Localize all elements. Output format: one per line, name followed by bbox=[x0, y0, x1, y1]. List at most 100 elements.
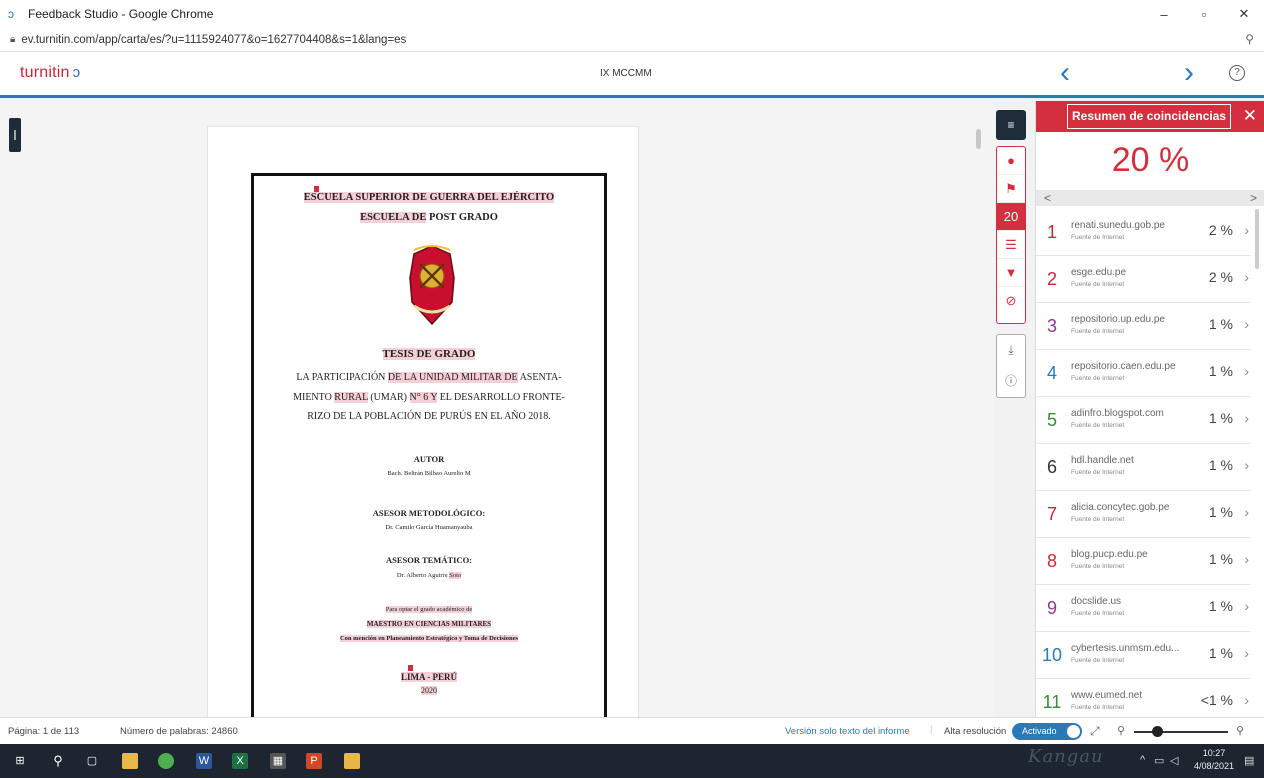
match-source-name[interactable]: adinfro.blogspot.com bbox=[1071, 408, 1181, 419]
close-panel-icon[interactable]: ✕ bbox=[1243, 105, 1257, 127]
chevron-right-icon[interactable]: › bbox=[1244, 316, 1249, 332]
search-icon[interactable]: ⚲ bbox=[1245, 32, 1254, 46]
match-source-item[interactable]: 6 hdl.handle.net Fuente de Internet 1 % › bbox=[1036, 444, 1251, 491]
pager-next-button[interactable]: > bbox=[1250, 190, 1257, 206]
high-res-toggle[interactable]: Activado bbox=[1012, 723, 1082, 740]
turnitin-mark-icon: ↄ bbox=[72, 64, 81, 81]
match-source-name[interactable]: cybertesis.unmsm.edu... bbox=[1071, 643, 1181, 654]
match-source-item[interactable]: 5 adinfro.blogspot.com Fuente de Internet 1… bbox=[1036, 397, 1251, 444]
match-source-name[interactable]: renati.sunedu.gob.pe bbox=[1071, 220, 1181, 231]
match-source-name[interactable]: blog.pucp.edu.pe bbox=[1071, 549, 1181, 560]
chevron-right-icon[interactable]: › bbox=[1244, 598, 1249, 614]
zoom-in-icon[interactable]: ⚲ bbox=[1236, 724, 1244, 737]
task-view-icon[interactable]: ▢ bbox=[84, 753, 100, 769]
file-explorer-icon[interactable] bbox=[122, 753, 138, 769]
match-source-type: Fuente de Internet bbox=[1071, 422, 1125, 429]
match-source-type: Fuente de Internet bbox=[1071, 469, 1125, 476]
match-source-item[interactable]: 7 alicia.concytec.gob.pe Fuente de Interne… bbox=[1036, 491, 1251, 538]
download-icon[interactable]: ⤓ bbox=[997, 335, 1025, 366]
screen: ↄ Feedback Studio - Google Chrome – ▫ ✕ … bbox=[0, 0, 1264, 778]
info-icon[interactable]: ⓘ bbox=[997, 366, 1025, 397]
powerpoint-icon[interactable]: P bbox=[306, 753, 322, 769]
match-source-item[interactable]: 10 cybertesis.unmsm.edu... Fuente de Inter… bbox=[1036, 632, 1251, 679]
match-number: 5 bbox=[1046, 410, 1057, 430]
taskbar-clock[interactable]: 10:27 4/08/2021 bbox=[1191, 747, 1237, 773]
thesis-text: TESIS DE GRADO bbox=[382, 348, 476, 360]
layers-button[interactable]: ≡ bbox=[996, 110, 1026, 140]
chevron-right-icon[interactable]: › bbox=[1244, 645, 1249, 661]
match-number: 10 bbox=[1041, 645, 1063, 665]
chevron-right-icon[interactable]: › bbox=[1244, 410, 1249, 426]
app-icon[interactable] bbox=[344, 753, 360, 769]
chevron-right-icon[interactable]: › bbox=[1244, 504, 1249, 520]
purpose-text: Para optar el grado académico de bbox=[385, 606, 473, 613]
match-source-type: Fuente de Internet bbox=[1071, 657, 1125, 664]
notification-icon[interactable]: ▤ bbox=[1244, 754, 1254, 767]
volume-icon[interactable]: ◁ bbox=[1170, 754, 1178, 767]
excel-icon[interactable]: X bbox=[232, 753, 248, 769]
help-icon[interactable]: ? bbox=[1229, 65, 1245, 81]
zoom-slider-knob[interactable] bbox=[1152, 726, 1163, 737]
previous-paper-button[interactable]: ‹ bbox=[1060, 58, 1070, 88]
url-text[interactable]: ev.turnitin.com/app/carta/es/?u=11159240… bbox=[21, 34, 406, 46]
word-icon[interactable]: W bbox=[196, 753, 212, 769]
match-source-item[interactable]: 2 esge.edu.pe Fuente de Internet 2 % › bbox=[1036, 256, 1251, 303]
minimize-button[interactable]: – bbox=[1144, 0, 1184, 28]
calculator-icon[interactable]: ▦ bbox=[270, 753, 286, 769]
next-paper-button[interactable]: › bbox=[1184, 58, 1194, 88]
address-bar[interactable]: 🔒︎ ev.turnitin.com/app/carta/es/?u=11159… bbox=[0, 28, 1264, 52]
close-window-button[interactable]: ✕ bbox=[1224, 0, 1264, 28]
title-l1-b: ASENTA- bbox=[517, 372, 562, 383]
chrome-icon[interactable] bbox=[158, 753, 174, 769]
restore-button[interactable]: ▫ bbox=[1184, 0, 1224, 28]
match-source-name[interactable]: hdl.handle.net bbox=[1071, 455, 1181, 466]
match-source-name[interactable]: docslide.us bbox=[1071, 596, 1181, 607]
match-source-name[interactable]: alicia.concytec.gob.pe bbox=[1071, 502, 1181, 513]
thesis-label: TESIS DE GRADO bbox=[254, 348, 604, 360]
match-marker-icon[interactable] bbox=[408, 665, 413, 671]
method-advisor-name: Dr. Camilo García Huamanyauba bbox=[385, 524, 473, 531]
chevron-right-icon[interactable]: › bbox=[1244, 269, 1249, 285]
flag-icon[interactable]: ⚑ bbox=[997, 175, 1025, 203]
match-source-name[interactable]: repositorio.up.edu.pe bbox=[1071, 314, 1181, 325]
similarity-icon[interactable]: ● bbox=[997, 147, 1025, 175]
fit-page-icon[interactable]: ⤢ bbox=[1090, 724, 1100, 739]
match-percentage: 1 % bbox=[1208, 598, 1233, 614]
chevron-right-icon[interactable]: › bbox=[1244, 457, 1249, 473]
download-tools: ⤓ ⓘ bbox=[996, 334, 1026, 398]
city-text: LIMA - PERÚ bbox=[401, 672, 457, 682]
zoom-out-icon[interactable]: ⚲ bbox=[1117, 724, 1125, 737]
document-scrollbar[interactable] bbox=[976, 129, 981, 149]
match-source-item[interactable]: 9 docslide.us Fuente de Internet 1 % › bbox=[1036, 585, 1251, 632]
match-marker-icon[interactable] bbox=[314, 186, 319, 192]
pager-prev-button[interactable]: < bbox=[1044, 190, 1051, 206]
zoom-slider[interactable] bbox=[1134, 726, 1228, 737]
search-icon[interactable]: ⚲ bbox=[50, 753, 66, 769]
postgrad-rest: POST GRADO bbox=[426, 212, 498, 223]
side-panel-handle[interactable] bbox=[9, 118, 21, 152]
match-source-name[interactable]: repositorio.caen.edu.pe bbox=[1071, 361, 1181, 372]
match-number: 9 bbox=[1046, 598, 1057, 618]
text-only-link[interactable]: Versión solo texto del informe bbox=[785, 726, 910, 737]
match-number: 3 bbox=[1046, 316, 1057, 336]
network-icon[interactable]: ▭ bbox=[1154, 754, 1164, 767]
match-source-name[interactable]: www.eumed.net bbox=[1071, 690, 1181, 701]
tray-chevron-icon[interactable]: ^ bbox=[1140, 754, 1145, 766]
match-count-button[interactable]: 20 bbox=[997, 203, 1025, 231]
thesis-title-line1: LA PARTICIPACIÓN DE LA UNIDAD MILITAR DE… bbox=[254, 372, 604, 383]
similarity-total: 20 % bbox=[1111, 141, 1190, 179]
windows-start-icon[interactable]: ⊞ bbox=[12, 753, 28, 769]
match-source-item[interactable]: 4 repositorio.caen.edu.pe Fuente de Intern… bbox=[1036, 350, 1251, 397]
chevron-right-icon[interactable]: › bbox=[1244, 551, 1249, 567]
match-source-name[interactable]: esge.edu.pe bbox=[1071, 267, 1181, 278]
match-source-item[interactable]: 3 repositorio.up.edu.pe Fuente de Internet… bbox=[1036, 303, 1251, 350]
panel-scrollbar[interactable] bbox=[1255, 209, 1259, 269]
filter-icon[interactable]: ▼ bbox=[997, 259, 1025, 287]
exclude-icon[interactable]: ⊘ bbox=[997, 287, 1025, 315]
chevron-right-icon[interactable]: › bbox=[1244, 222, 1249, 238]
all-sources-icon[interactable]: ☰ bbox=[997, 231, 1025, 259]
match-source-item[interactable]: 8 blog.pucp.edu.pe Fuente de Internet 1 % › bbox=[1036, 538, 1251, 585]
chevron-right-icon[interactable]: › bbox=[1244, 363, 1249, 379]
match-source-item[interactable]: 1 renati.sunedu.gob.pe Fuente de Internet 2… bbox=[1036, 209, 1251, 256]
chevron-right-icon[interactable]: › bbox=[1244, 692, 1249, 708]
